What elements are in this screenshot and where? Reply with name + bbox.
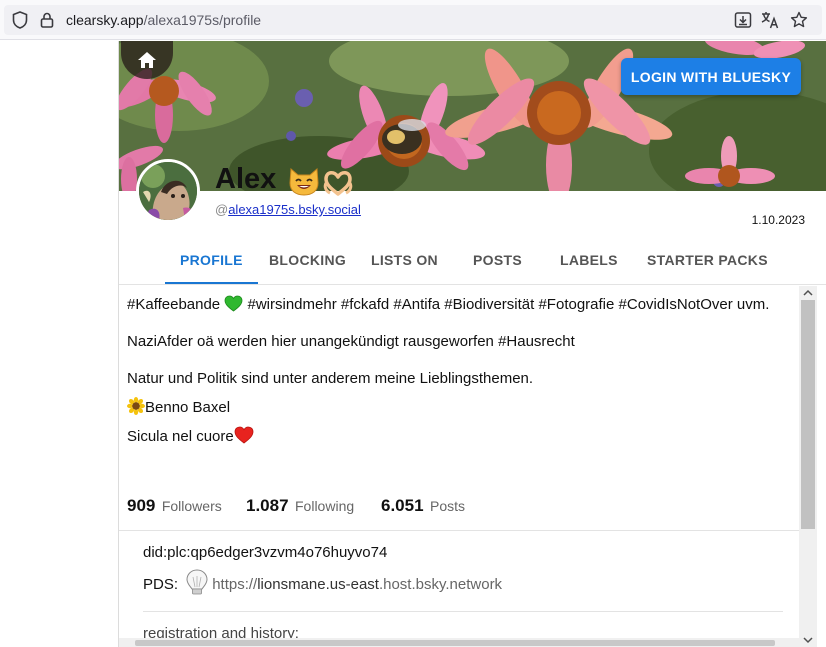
bio-line-3: Natur und Politik sind unter anderem mei… xyxy=(127,370,534,387)
profile-content: #Kaffeebande #wirsindmehr #fckafd #Antif… xyxy=(119,286,799,647)
scroll-up-icon[interactable] xyxy=(799,286,817,300)
login-with-bluesky-button[interactable]: LOGIN WITH BLUESKY xyxy=(621,58,801,95)
horizontal-scroll-thumb[interactable] xyxy=(135,640,775,646)
home-icon xyxy=(138,52,156,68)
green-heart-icon xyxy=(224,295,243,312)
avatar[interactable] xyxy=(136,159,200,223)
posts-count: 6.051 xyxy=(381,496,424,515)
smiling-cat-emoji-icon xyxy=(289,167,319,196)
handle-link[interactable]: alexa1975s.bsky.social xyxy=(228,202,361,217)
pds-label: PDS: xyxy=(143,576,179,593)
sunflower-icon xyxy=(127,397,145,415)
heart-hands-emoji-icon xyxy=(323,171,353,196)
bio-sicula: Sicula nel cuore xyxy=(127,428,234,445)
lightbulb-icon xyxy=(186,569,208,595)
download-icon[interactable] xyxy=(733,10,753,30)
profile-bio: #Kaffeebande #wirsindmehr #fckafd #Antif… xyxy=(127,294,791,463)
following-label: Following xyxy=(295,498,355,514)
display-name: Alex xyxy=(215,163,277,195)
tab-lists-on[interactable]: LISTS ON xyxy=(371,237,438,283)
followers-stat[interactable]: 909 Followers xyxy=(127,496,222,516)
shield-icon[interactable] xyxy=(10,10,30,30)
did-identifier: did:plc:qp6edger3vzvm4o76huyvo74 xyxy=(143,544,388,561)
url-host: clearsky.app xyxy=(66,12,144,28)
red-heart-icon xyxy=(234,426,254,444)
following-count: 1.087 xyxy=(246,496,289,515)
handle-prefix: @ xyxy=(215,202,229,217)
profile-tabs: PROFILE BLOCKING LISTS ON POSTS LABELS S… xyxy=(119,237,826,285)
tab-labels[interactable]: LABELS xyxy=(560,237,618,283)
browser-toolbar: clearsky.app/alexa1975s/profile xyxy=(0,0,826,40)
followers-count: 909 xyxy=(127,496,156,515)
avatar-image xyxy=(139,162,197,220)
pds-url-domain[interactable]: .host.bsky.network xyxy=(379,576,502,593)
following-stat[interactable]: 1.087 Following xyxy=(246,496,354,516)
joined-date: 1.10.2023 xyxy=(751,213,805,227)
pds-url-scheme[interactable]: https:// xyxy=(212,576,257,593)
bio-line-5: Sicula nel cuore xyxy=(127,426,791,447)
url-path: /alexa1975s/profile xyxy=(143,12,262,28)
star-icon[interactable] xyxy=(789,10,809,30)
posts-label: Posts xyxy=(430,498,466,514)
bio-hashtags: #wirsindmehr #fckafd #Antifa #Biodiversi… xyxy=(247,296,770,313)
bio-line-4: Benno Baxel xyxy=(127,397,791,418)
profile-handle: @alexa1975s.bsky.social xyxy=(215,202,361,217)
pds-url-host[interactable]: lionsmane.us-east xyxy=(257,576,379,593)
details-divider xyxy=(143,611,783,612)
followers-label: Followers xyxy=(161,498,222,514)
horizontal-scrollbar[interactable] xyxy=(119,638,799,647)
tab-starter-packs[interactable]: STARTER PACKS xyxy=(647,237,768,283)
tab-profile[interactable]: PROFILE xyxy=(165,237,258,284)
pds-row: PDS: https://lionsmane.us-east.host.bsky… xyxy=(143,567,502,597)
bio-line-1: #Kaffeebande #wirsindmehr #fckafd #Antif… xyxy=(127,294,791,315)
tab-blocking[interactable]: BLOCKING xyxy=(269,237,346,283)
translate-icon[interactable] xyxy=(760,10,780,30)
bio-benno: Benno Baxel xyxy=(145,399,231,416)
profile-page: LOGIN WITH BLUESKY Alex @alexa1975s.bsky… xyxy=(118,41,826,647)
url-text[interactable]: clearsky.app/alexa1975s/profile xyxy=(66,12,261,28)
vertical-scroll-thumb[interactable] xyxy=(801,300,815,529)
posts-stat[interactable]: 6.051 Posts xyxy=(381,496,465,516)
tab-posts[interactable]: POSTS xyxy=(473,237,522,283)
stats-divider xyxy=(119,530,799,531)
scroll-down-icon[interactable] xyxy=(799,633,817,647)
bio-kaffeebande: #Kaffeebande xyxy=(127,296,221,313)
vertical-scrollbar[interactable] xyxy=(799,286,817,647)
bio-line-2: NaziAfder oä werden hier unangekündigt r… xyxy=(127,333,575,350)
lock-icon[interactable] xyxy=(37,10,57,30)
